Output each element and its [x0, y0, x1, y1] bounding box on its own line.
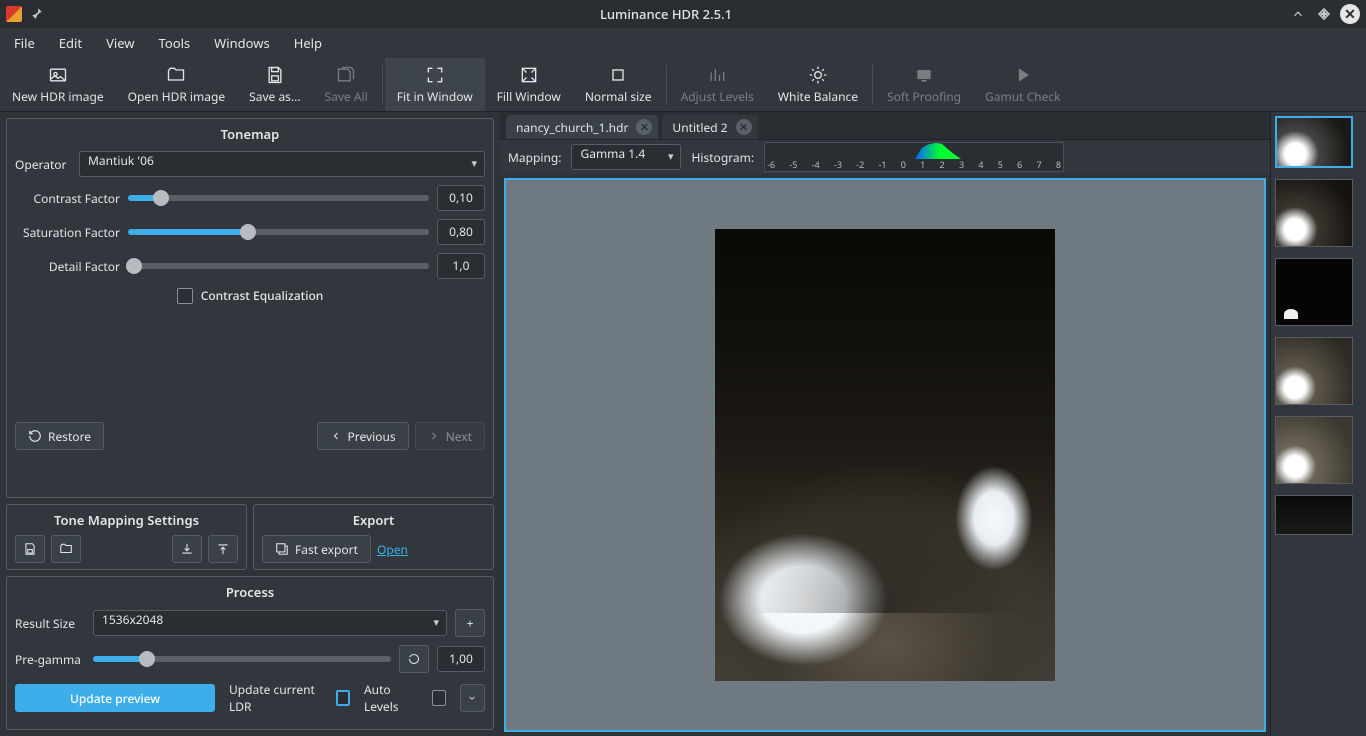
thumbnail-0[interactable]	[1275, 116, 1353, 168]
menu-windows[interactable]: Windows	[204, 30, 280, 56]
image-preview	[715, 229, 1055, 681]
contrast-value[interactable]: 0,10	[437, 185, 485, 211]
thumbnail-strip	[1270, 112, 1366, 736]
titlebar: Luminance HDR 2.5.1 ✕	[0, 0, 1366, 28]
gamut-check-button: Gamut Check	[973, 58, 1073, 111]
auto-levels-checkbox[interactable]	[432, 690, 446, 706]
contrast-slider[interactable]	[128, 195, 429, 201]
fill-window-button[interactable]: Fill Window	[485, 58, 573, 111]
operator-label: Operator	[15, 156, 71, 173]
maximize-icon[interactable]	[1314, 4, 1334, 24]
update-current-ldr-label: Update current LDR	[229, 681, 322, 715]
contrast-eq-label: Contrast Equalization	[201, 287, 324, 304]
open-hdr-button[interactable]: Open HDR image	[116, 58, 238, 111]
tms-open-button[interactable]	[51, 535, 81, 563]
mapping-bar: Mapping: Gamma 1.4 Histogram: -6-5-4-3-2…	[500, 140, 1270, 174]
export-open-link[interactable]: Open	[377, 541, 408, 558]
result-size-label: Result Size	[15, 615, 85, 632]
document-tabs: nancy_church_1.hdr ✕ Untitled 2 ✕	[500, 112, 1270, 140]
new-hdr-button[interactable]: New HDR image	[0, 58, 116, 111]
minimize-icon[interactable]	[1288, 4, 1308, 24]
app-icon	[6, 6, 22, 22]
pin-icon[interactable]	[30, 6, 44, 22]
close-tab-icon[interactable]: ✕	[736, 119, 752, 135]
restore-button[interactable]: Restore	[15, 422, 104, 450]
menu-tools[interactable]: Tools	[149, 30, 201, 56]
menubar: File Edit View Tools Windows Help	[0, 28, 1366, 58]
thumbnail-3[interactable]	[1275, 337, 1353, 405]
pre-gamma-slider[interactable]	[93, 656, 391, 662]
operator-dropdown[interactable]: Mantiuk '06	[79, 151, 485, 177]
pre-gamma-value[interactable]: 1,00	[437, 646, 485, 672]
window-title: Luminance HDR 2.5.1	[44, 5, 1288, 23]
tonemap-title: Tonemap	[15, 125, 485, 143]
tms-save-button[interactable]	[15, 535, 45, 563]
pre-gamma-reset-button[interactable]	[399, 645, 429, 673]
menu-help[interactable]: Help	[284, 30, 332, 56]
adjust-levels-button: Adjust Levels	[669, 58, 766, 111]
tms-title: Tone Mapping Settings	[15, 511, 238, 529]
thumbnail-5[interactable]	[1275, 495, 1353, 535]
contrast-eq-checkbox[interactable]	[177, 288, 193, 304]
auto-levels-label: Auto Levels	[364, 681, 418, 715]
thumbnail-2[interactable]	[1275, 258, 1353, 326]
add-size-button[interactable]: +	[455, 609, 485, 637]
update-current-ldr-checkbox[interactable]	[336, 690, 350, 706]
detail-label: Detail Factor	[15, 258, 120, 275]
detail-value[interactable]: 1,0	[437, 253, 485, 279]
histogram-ticks: -6-5-4-3-2-1012345678	[765, 158, 1063, 171]
menu-view[interactable]: View	[96, 30, 144, 56]
detail-slider[interactable]	[128, 263, 429, 269]
saturation-slider[interactable]	[128, 229, 429, 235]
previous-button[interactable]: Previous	[317, 422, 409, 450]
normal-size-button[interactable]: Normal size	[573, 58, 664, 111]
tms-export-button[interactable]	[208, 535, 238, 563]
result-size-dropdown[interactable]: 1536x2048	[93, 610, 447, 636]
tms-import-button[interactable]	[172, 535, 202, 563]
image-viewport[interactable]	[504, 178, 1266, 732]
save-as-button[interactable]: Save as...	[237, 58, 312, 111]
white-balance-button[interactable]: White Balance	[766, 58, 870, 111]
thumbnail-4[interactable]	[1275, 416, 1353, 484]
mapping-label: Mapping:	[508, 149, 561, 166]
next-button: Next	[415, 422, 485, 450]
update-preview-button[interactable]: Update preview	[15, 684, 215, 712]
tab-0[interactable]: nancy_church_1.hdr ✕	[506, 115, 658, 139]
pre-gamma-label: Pre-gamma	[15, 651, 85, 668]
export-title: Export	[262, 511, 485, 529]
mapping-dropdown[interactable]: Gamma 1.4	[571, 144, 681, 170]
tms-panel: Tone Mapping Settings	[6, 504, 247, 570]
process-panel: Process Result Size 1536x2048 + Pre-gamm…	[6, 576, 494, 730]
auto-levels-menu-button[interactable]	[460, 684, 485, 712]
histogram-label: Histogram:	[691, 149, 754, 166]
thumbnail-1[interactable]	[1275, 179, 1353, 247]
histogram[interactable]: -6-5-4-3-2-1012345678	[764, 142, 1064, 172]
soft-proofing-button: Soft Proofing	[875, 58, 973, 111]
close-tab-icon[interactable]: ✕	[636, 119, 652, 135]
fast-export-button[interactable]: Fast export	[262, 535, 371, 563]
saturation-value[interactable]: 0,80	[437, 219, 485, 245]
tab-1[interactable]: Untitled 2 ✕	[662, 115, 757, 139]
saturation-label: Saturation Factor	[15, 224, 120, 241]
save-all-button: Save All	[313, 58, 380, 111]
menu-file[interactable]: File	[4, 30, 45, 56]
toolbar: New HDR image Open HDR image Save as... …	[0, 58, 1366, 112]
menu-edit[interactable]: Edit	[49, 30, 92, 56]
export-panel: Export Fast export Open	[253, 504, 494, 570]
fit-in-window-button[interactable]: Fit in Window	[385, 58, 485, 111]
close-icon[interactable]: ✕	[1340, 4, 1360, 24]
contrast-label: Contrast Factor	[15, 190, 120, 207]
process-title: Process	[15, 583, 485, 601]
tonemap-panel: Tonemap Operator Mantiuk '06 Contrast Fa…	[6, 118, 494, 498]
